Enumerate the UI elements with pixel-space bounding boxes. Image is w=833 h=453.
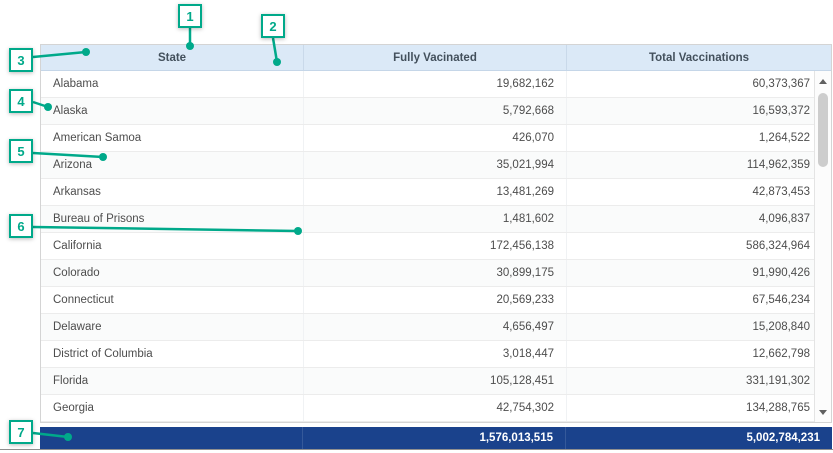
state-cell: California (41, 233, 303, 259)
fully-vaccinated-cell: 19,682,162 (303, 71, 566, 97)
total-vaccinations-cell: 91,990,426 (566, 260, 831, 286)
fully-vaccinated-cell: 426,070 (303, 125, 566, 151)
state-cell: Delaware (41, 314, 303, 340)
state-cell: Colorado (41, 260, 303, 286)
total-vaccinations-cell: 134,288,765 (566, 395, 831, 421)
fully-vaccinated-cell: 105,128,451 (303, 368, 566, 394)
header-fully-vaccinated[interactable]: Fully Vacinated (303, 45, 566, 70)
callout-6: 6 (9, 214, 33, 238)
state-cell: District of Columbia (41, 341, 303, 367)
header-state[interactable]: State (41, 45, 303, 70)
total-vaccinations-cell: 67,546,234 (566, 287, 831, 313)
total-vaccinations-cell: 60,373,367 (566, 71, 831, 97)
chevron-up-icon (819, 79, 827, 84)
total-vaccinations-cell: 15,208,840 (566, 314, 831, 340)
state-cell: Georgia (41, 395, 303, 421)
table-scroll-container: State Fully Vacinated Total Vaccinations… (40, 44, 832, 423)
screenshot-root: State Fully Vacinated Total Vaccinations… (0, 0, 833, 453)
callout-2: 2 (261, 14, 285, 38)
callout-1: 1 (178, 4, 202, 28)
state-cell: Bureau of Prisons (41, 206, 303, 232)
summary-state-cell (40, 427, 302, 449)
table-header-row: State Fully Vacinated Total Vaccinations (41, 45, 831, 71)
scrollbar-thumb[interactable] (818, 93, 828, 167)
table-row[interactable]: District of Columbia3,018,44712,662,798 (41, 341, 831, 368)
state-cell: Arkansas (41, 179, 303, 205)
callout-3: 3 (9, 48, 33, 72)
table-row[interactable]: Georgia42,754,302134,288,765 (41, 395, 831, 422)
state-cell: Alabama (41, 71, 303, 97)
vaccination-table-widget: State Fully Vacinated Total Vaccinations… (40, 44, 832, 449)
total-vaccinations-cell: 42,873,453 (566, 179, 831, 205)
total-vaccinations-cell: 4,096,837 (566, 206, 831, 232)
summary-total-vaccinations: 5,002,784,231 (565, 427, 832, 449)
summary-row: 1,576,013,515 5,002,784,231 (40, 427, 832, 449)
table-row[interactable]: California172,456,138586,324,964 (41, 233, 831, 260)
scroll-down-button[interactable] (815, 404, 831, 420)
fully-vaccinated-cell: 13,481,269 (303, 179, 566, 205)
fully-vaccinated-cell: 3,018,447 (303, 341, 566, 367)
fully-vaccinated-cell: 20,569,233 (303, 287, 566, 313)
total-vaccinations-cell: 16,593,372 (566, 98, 831, 124)
state-cell: Arizona (41, 152, 303, 178)
state-cell: Alaska (41, 98, 303, 124)
table-row[interactable]: Arkansas13,481,26942,873,453 (41, 179, 831, 206)
total-vaccinations-cell: 1,264,522 (566, 125, 831, 151)
fully-vaccinated-cell: 42,754,302 (303, 395, 566, 421)
table-row[interactable]: Arizona35,021,994114,962,359 (41, 152, 831, 179)
total-vaccinations-cell: 12,662,798 (566, 341, 831, 367)
table-body: Alabama19,682,16260,373,367Alaska5,792,6… (41, 71, 831, 422)
fully-vaccinated-cell: 4,656,497 (303, 314, 566, 340)
callout-5: 5 (9, 139, 33, 163)
table-row[interactable]: Alaska5,792,66816,593,372 (41, 98, 831, 125)
table-row[interactable]: American Samoa426,0701,264,522 (41, 125, 831, 152)
fully-vaccinated-cell: 5,792,668 (303, 98, 566, 124)
fully-vaccinated-cell: 1,481,602 (303, 206, 566, 232)
callout-4: 4 (9, 89, 33, 113)
table-row[interactable]: Delaware4,656,49715,208,840 (41, 314, 831, 341)
table-row[interactable]: Bureau of Prisons1,481,6024,096,837 (41, 206, 831, 233)
fully-vaccinated-cell: 172,456,138 (303, 233, 566, 259)
total-vaccinations-cell: 331,191,302 (566, 368, 831, 394)
header-total-vaccinations[interactable]: Total Vaccinations (566, 45, 831, 70)
summary-fully-vaccinated: 1,576,013,515 (302, 427, 565, 449)
state-cell: Florida (41, 368, 303, 394)
table-row[interactable]: Alabama19,682,16260,373,367 (41, 71, 831, 98)
state-cell: American Samoa (41, 125, 303, 151)
callout-7: 7 (9, 420, 33, 444)
vertical-scrollbar[interactable] (814, 71, 831, 422)
page-bottom-divider (0, 449, 833, 450)
fully-vaccinated-cell: 30,899,175 (303, 260, 566, 286)
table-row[interactable]: Connecticut20,569,23367,546,234 (41, 287, 831, 314)
state-cell: Connecticut (41, 287, 303, 313)
fully-vaccinated-cell: 35,021,994 (303, 152, 566, 178)
table-row[interactable]: Colorado30,899,17591,990,426 (41, 260, 831, 287)
total-vaccinations-cell: 586,324,964 (566, 233, 831, 259)
chevron-down-icon (819, 410, 827, 415)
total-vaccinations-cell: 114,962,359 (566, 152, 831, 178)
table-row[interactable]: Florida105,128,451331,191,302 (41, 368, 831, 395)
scroll-up-button[interactable] (815, 73, 831, 89)
